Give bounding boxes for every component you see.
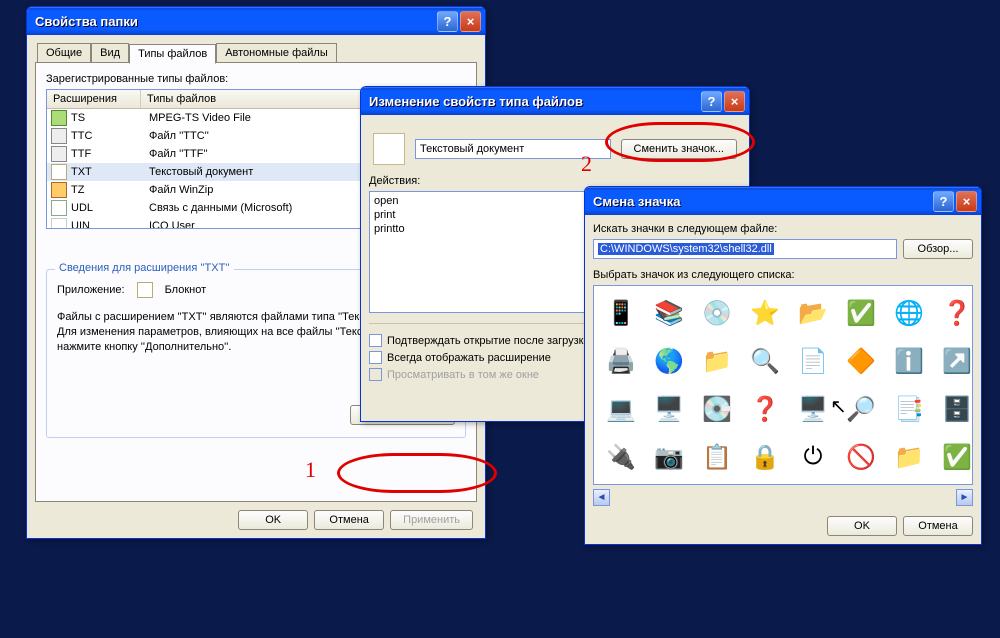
icon-choice[interactable]: 🔌 (603, 439, 639, 475)
pick-icon-label: Выбрать значок из следующего списка: (593, 269, 973, 281)
icon-choice[interactable]: 📁 (891, 439, 927, 475)
icon-choice[interactable]: 🔶 (843, 343, 879, 379)
app-label: Приложение: (57, 284, 125, 296)
window-title: Изменение свойств типа файлов (369, 94, 699, 109)
icon-choice[interactable]: 📚 (651, 295, 687, 331)
filetype-icon (51, 146, 67, 162)
notepad-icon (137, 282, 153, 298)
icon-choice[interactable]: ℹ️ (891, 343, 927, 379)
tab-general[interactable]: Общие (37, 43, 91, 63)
filetype-icon (51, 200, 67, 216)
tab-view[interactable]: Вид (91, 43, 129, 63)
filetype-icon (51, 218, 67, 229)
browse-button[interactable]: Обзор... (903, 239, 973, 259)
change-icon-window: Смена значка ? × Искать значки в следующ… (584, 186, 982, 545)
icon-choice[interactable]: ❓ (747, 391, 783, 427)
close-button[interactable]: × (724, 91, 745, 112)
help-button[interactable]: ? (933, 191, 954, 212)
tab-file-types[interactable]: Типы файлов (129, 44, 216, 64)
ok-button[interactable]: OK (238, 510, 308, 530)
icon-choice[interactable]: 🖥️ (795, 391, 831, 427)
help-button[interactable]: ? (437, 11, 458, 32)
details-legend: Сведения для расширения ''TXT'' (55, 262, 234, 274)
ok-button[interactable]: OK (827, 516, 897, 536)
filetype-icon (51, 128, 67, 144)
icon-choice[interactable]: 🖥️ (651, 391, 687, 427)
checkbox-icon (369, 351, 382, 364)
close-button[interactable]: × (956, 191, 977, 212)
ext-cell: UIN (71, 220, 149, 229)
icon-choice[interactable]: 🗄️ (939, 391, 975, 427)
icon-choice[interactable]: 🔎 (843, 391, 879, 427)
icon-choice[interactable]: 📂 (795, 295, 831, 331)
titlebar[interactable]: Изменение свойств типа файлов ? × (361, 87, 749, 115)
icon-path-input[interactable]: C:\WINDOWS\system32\shell32.dll (593, 239, 897, 259)
annotation-number-2: 2 (581, 153, 592, 175)
close-button[interactable]: × (460, 11, 481, 32)
window-title: Свойства папки (35, 14, 435, 29)
icon-choice[interactable]: 📷 (651, 439, 687, 475)
titlebar[interactable]: Смена значка ? × (585, 187, 981, 215)
apply-button[interactable]: Применить (390, 510, 473, 530)
icon-choice[interactable]: 💿 (699, 295, 735, 331)
search-path-label: Искать значки в следующем файле: (593, 223, 973, 235)
cancel-button[interactable]: Отмена (903, 516, 973, 536)
icon-choice[interactable]: 🖨️ (603, 343, 639, 379)
filetype-icon (51, 110, 67, 126)
cancel-button[interactable]: Отмена (314, 510, 384, 530)
tab-offline[interactable]: Автономные файлы (216, 43, 337, 63)
checkbox-icon (369, 368, 382, 381)
icon-choice[interactable]: 🌎 (651, 343, 687, 379)
ext-cell: TTF (71, 148, 149, 160)
ext-cell: TTC (71, 130, 149, 142)
icon-choice[interactable]: ↗️ (939, 343, 975, 379)
filetype-icon (51, 182, 67, 198)
col-ext[interactable]: Расширения (47, 90, 141, 108)
icon-choice[interactable]: 💽 (699, 391, 735, 427)
registered-types-label: Зарегистрированные типы файлов: (46, 73, 466, 85)
document-icon (373, 133, 405, 165)
ext-cell: TZ (71, 184, 149, 196)
titlebar[interactable]: Свойства папки ? × (27, 7, 485, 35)
ext-cell: TXT (71, 166, 149, 178)
icon-choice[interactable]: 🔒 (747, 439, 783, 475)
app-name: Блокнот (165, 284, 207, 296)
icon-choice[interactable]: 📋 (699, 439, 735, 475)
icon-choice[interactable]: ✅ (843, 295, 879, 331)
annotation-circle-1 (337, 453, 497, 493)
icon-choice[interactable]: 🌐 (891, 295, 927, 331)
annotation-number-1: 1 (305, 459, 316, 481)
icon-grid[interactable]: 📱 📚 💿 ⭐ 📂 ✅ 🌐 ❓ 🖨️ 🌎 📁 🔍 📄 🔶 ℹ️ ↗️ 💻 🖥️ 💽 ❓ 🖥️ 🔎 📑 🗄️ 🔌 📷 📋 🔒 ⏻ 🚫 📁 ✅ (593, 285, 973, 485)
filetype-icon (51, 164, 67, 180)
icon-choice[interactable]: 📑 (891, 391, 927, 427)
scroll-right-button[interactable]: ► (956, 489, 973, 506)
icon-choice[interactable]: 🚫 (843, 439, 879, 475)
ext-cell: UDL (71, 202, 149, 214)
icon-choice[interactable]: 📱 (603, 295, 639, 331)
icon-choice[interactable]: 📁 (699, 343, 735, 379)
icon-choice[interactable]: 📄 (795, 343, 831, 379)
help-button[interactable]: ? (701, 91, 722, 112)
ext-cell: TS (71, 112, 149, 124)
annotation-circle-2 (605, 122, 755, 162)
checkbox-icon (369, 334, 382, 347)
icon-choice[interactable]: ❓ (939, 295, 975, 331)
window-title: Смена значка (593, 194, 931, 209)
tabs: Общие Вид Типы файлов Автономные файлы (35, 43, 477, 63)
icon-choice[interactable]: 💻 (603, 391, 639, 427)
icon-choice[interactable]: 🔍 (747, 343, 783, 379)
scroll-left-button[interactable]: ◄ (593, 489, 610, 506)
icon-choice[interactable]: ⏻ (795, 439, 831, 475)
icon-choice[interactable]: ✅ (939, 439, 975, 475)
icon-choice[interactable]: ⭐ (747, 295, 783, 331)
